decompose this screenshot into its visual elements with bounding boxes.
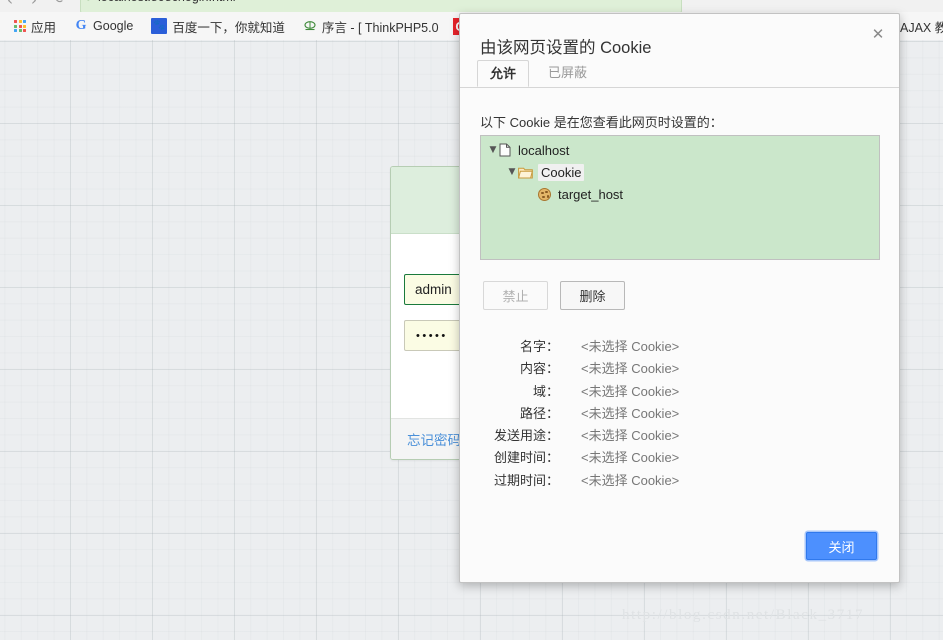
detail-value: <未选择 Cookie> <box>581 472 680 488</box>
password-value: ••••• <box>416 329 448 342</box>
bookmark-ajax[interactable]: AJAX 教 <box>894 15 943 37</box>
bookmark-apps[interactable]: 应用 <box>8 15 62 37</box>
detail-value: <未选择 Cookie> <box>581 339 680 354</box>
detail-value: <未选择 Cookie> <box>581 383 680 399</box>
detail-row-domain: 域： <未选择 Cookie> <box>459 381 900 403</box>
tab-blocked[interactable]: 已屏蔽 <box>536 60 599 86</box>
back-icon[interactable]: ‹ <box>7 0 13 9</box>
detail-label: 创建时间： <box>493 450 559 466</box>
browser-window: ‹ › ⟳ ● localhost:8080/login.html 应用 G G… <box>0 0 943 640</box>
username-value: admin <box>415 282 452 297</box>
cookie-details: 名字： <未选择 Cookie> 内容： <未选择 Cookie> 域： <未选… <box>459 336 900 492</box>
bookmark-baidu-label: 百度一下，你就知道 <box>172 20 285 35</box>
baidu-icon: 🐾 <box>151 18 168 34</box>
chevron-down-icon[interactable]: ▼ <box>506 167 518 177</box>
bookmark-ajax-label: AJAX 教 <box>900 20 943 35</box>
detail-label: 域： <box>532 383 559 399</box>
detail-label: 路径： <box>519 405 559 421</box>
detail-row-name: 名字： <未选择 Cookie> <box>459 336 900 358</box>
block-button[interactable]: 禁止 <box>483 281 548 310</box>
tree-label-localhost: localhost <box>518 142 570 158</box>
chevron-down-icon[interactable]: ▼ <box>487 145 499 155</box>
apps-grid-icon <box>14 20 26 32</box>
leaf-icon <box>303 19 317 33</box>
detail-value: <未选择 Cookie> <box>581 361 680 377</box>
bookmark-thinkphp[interactable]: 序言 - [ ThinkPHP5.0 <box>297 15 445 37</box>
detail-label: 发送用途： <box>493 428 559 444</box>
detail-row-created: 创建时间： <未选择 Cookie> <box>459 447 900 469</box>
forgot-password-link[interactable]: 忘记密码 <box>407 429 461 449</box>
tree-node-localhost[interactable]: ▼ localhost <box>481 139 879 161</box>
delete-button[interactable]: 删除 <box>560 281 625 310</box>
detail-row-send-for: 发送用途： <未选择 Cookie> <box>459 425 900 447</box>
detail-label: 过期时间： <box>493 472 559 488</box>
tree-label-cookie-folder: Cookie <box>538 163 585 181</box>
bookmark-baidu[interactable]: 🐾 百度一下，你就知道 <box>145 15 291 37</box>
cookie-icon <box>538 187 551 201</box>
detail-row-content: 内容： <未选择 Cookie> <box>459 358 900 380</box>
detail-label: 内容： <box>519 361 559 377</box>
detail-value: <未选择 Cookie> <box>581 428 680 444</box>
tab-allowed[interactable]: 允许 <box>477 60 530 87</box>
tree-node-cookie-folder[interactable]: ▼ Cookie <box>481 161 879 183</box>
dialog-close-button[interactable]: 关闭 <box>806 532 877 560</box>
bookmark-thinkphp-label: 序言 - [ ThinkPHP5.0 <box>321 20 439 35</box>
page-icon <box>499 143 511 157</box>
close-icon[interactable]: ✕ <box>868 25 888 45</box>
bookmark-apps-label: 应用 <box>31 20 57 35</box>
bookmark-google-label: Google <box>93 19 134 33</box>
detail-row-expires: 过期时间： <未选择 Cookie> <box>459 470 900 492</box>
detail-value: <未选择 Cookie> <box>581 450 680 466</box>
dialog-title: 由该网页设置的 Cookie <box>480 39 652 57</box>
tree-node-target-host[interactable]: target_host <box>481 183 879 205</box>
address-bar-text: localhost:8080/login.html <box>98 0 236 4</box>
bookmark-google[interactable]: G Google <box>68 15 139 37</box>
forward-icon[interactable]: › <box>31 0 37 9</box>
watermark: http://blog.csdn.net/Black_3717 <box>622 607 865 623</box>
google-icon: G <box>75 18 87 33</box>
detail-value: <未选择 Cookie> <box>581 405 680 421</box>
dialog-description: 以下 Cookie 是在您查看此网页时设置的： <box>480 115 723 130</box>
reload-icon[interactable]: ⟳ <box>55 0 67 7</box>
tree-label-target-host: target_host <box>558 186 624 202</box>
folder-icon <box>517 166 533 179</box>
lock-icon: ● <box>85 0 92 4</box>
cookie-tree[interactable]: ▼ localhost ▼ Cookie target_host <box>480 135 880 260</box>
detail-row-path: 路径： <未选择 Cookie> <box>459 403 900 425</box>
cookie-action-buttons: 禁止 删除 <box>483 281 625 310</box>
dialog-tabs: 允许 已屏蔽 <box>460 60 899 88</box>
detail-label: 名字： <box>519 339 559 354</box>
